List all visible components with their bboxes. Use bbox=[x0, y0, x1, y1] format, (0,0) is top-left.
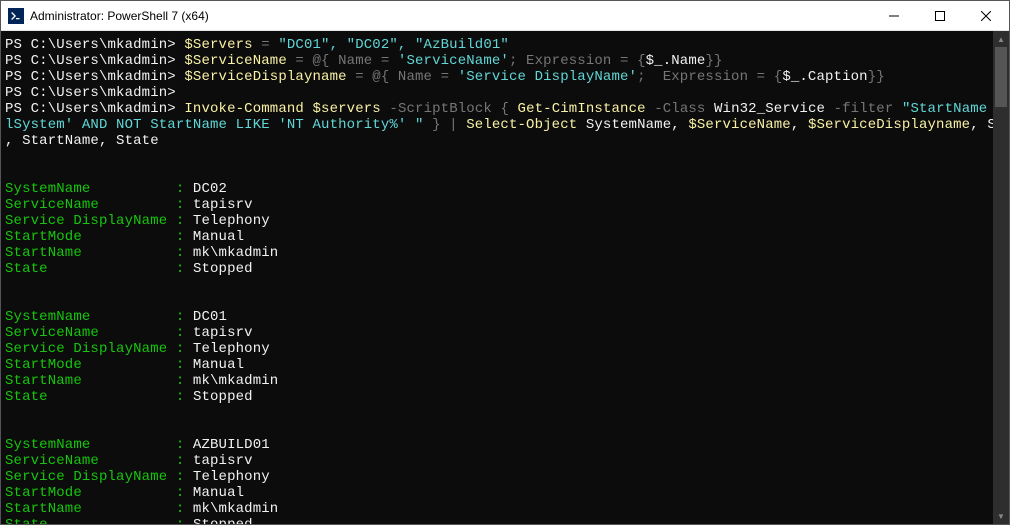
cmd-line-3: PS C:\Users\mkadmin> $ServiceDisplayname… bbox=[5, 69, 993, 85]
minimize-button[interactable] bbox=[871, 1, 917, 30]
window-title: Administrator: PowerShell 7 (x64) bbox=[30, 9, 871, 23]
cmd-line-5a: PS C:\Users\mkadmin> Invoke-Command $ser… bbox=[5, 101, 993, 117]
record-0-row: Service DisplayName : Telephony bbox=[5, 213, 993, 229]
record-1-row: StartMode : Manual bbox=[5, 357, 993, 373]
record-1: SystemName : DC01 bbox=[5, 309, 993, 325]
scroll-up-button[interactable]: ▲ bbox=[993, 31, 1009, 47]
cmd-line-5b: lSystem' AND NOT StartName LIKE 'NT Auth… bbox=[5, 117, 993, 133]
powershell-icon bbox=[8, 8, 24, 24]
record-2: SystemName : AZBUILD01 bbox=[5, 437, 993, 453]
terminal[interactable]: PS C:\Users\mkadmin> $Servers = "DC01", … bbox=[1, 31, 993, 524]
cmd-line-1: PS C:\Users\mkadmin> $Servers = "DC01", … bbox=[5, 37, 993, 53]
record-0-row: StartName : mk\mkadmin bbox=[5, 245, 993, 261]
record-1-row: StartName : mk\mkadmin bbox=[5, 373, 993, 389]
record-2-row: ServiceName : tapisrv bbox=[5, 453, 993, 469]
cmd-line-5c: , StartName, State bbox=[5, 133, 993, 149]
record-2-row: StartMode : Manual bbox=[5, 485, 993, 501]
vertical-scrollbar[interactable]: ▲ ▼ bbox=[993, 31, 1009, 524]
scroll-thumb[interactable] bbox=[995, 47, 1007, 107]
record-2-row: StartName : mk\mkadmin bbox=[5, 501, 993, 517]
blank-line bbox=[5, 405, 993, 421]
blank-line bbox=[5, 149, 993, 165]
record-2-row: State : Stopped bbox=[5, 517, 993, 524]
cmd-line-2: PS C:\Users\mkadmin> $ServiceName = @{ N… bbox=[5, 53, 993, 69]
record-1-row: State : Stopped bbox=[5, 389, 993, 405]
cmd-line-4: PS C:\Users\mkadmin> bbox=[5, 85, 993, 101]
record-0-row: StartMode : Manual bbox=[5, 229, 993, 245]
blank-line bbox=[5, 277, 993, 293]
maximize-button[interactable] bbox=[917, 1, 963, 30]
titlebar[interactable]: Administrator: PowerShell 7 (x64) bbox=[1, 1, 1009, 31]
record-0-row: State : Stopped bbox=[5, 261, 993, 277]
record-0-row: ServiceName : tapisrv bbox=[5, 197, 993, 213]
scroll-down-button[interactable]: ▼ bbox=[993, 508, 1009, 524]
record-1-row: Service DisplayName : Telephony bbox=[5, 341, 993, 357]
window-controls bbox=[871, 1, 1009, 30]
close-button[interactable] bbox=[963, 1, 1009, 30]
record-1-row: ServiceName : tapisrv bbox=[5, 325, 993, 341]
record-0: SystemName : DC02 bbox=[5, 181, 993, 197]
record-2-row: Service DisplayName : Telephony bbox=[5, 469, 993, 485]
powershell-window: Administrator: PowerShell 7 (x64) PS C:\… bbox=[0, 0, 1010, 525]
terminal-area: PS C:\Users\mkadmin> $Servers = "DC01", … bbox=[1, 31, 1009, 524]
